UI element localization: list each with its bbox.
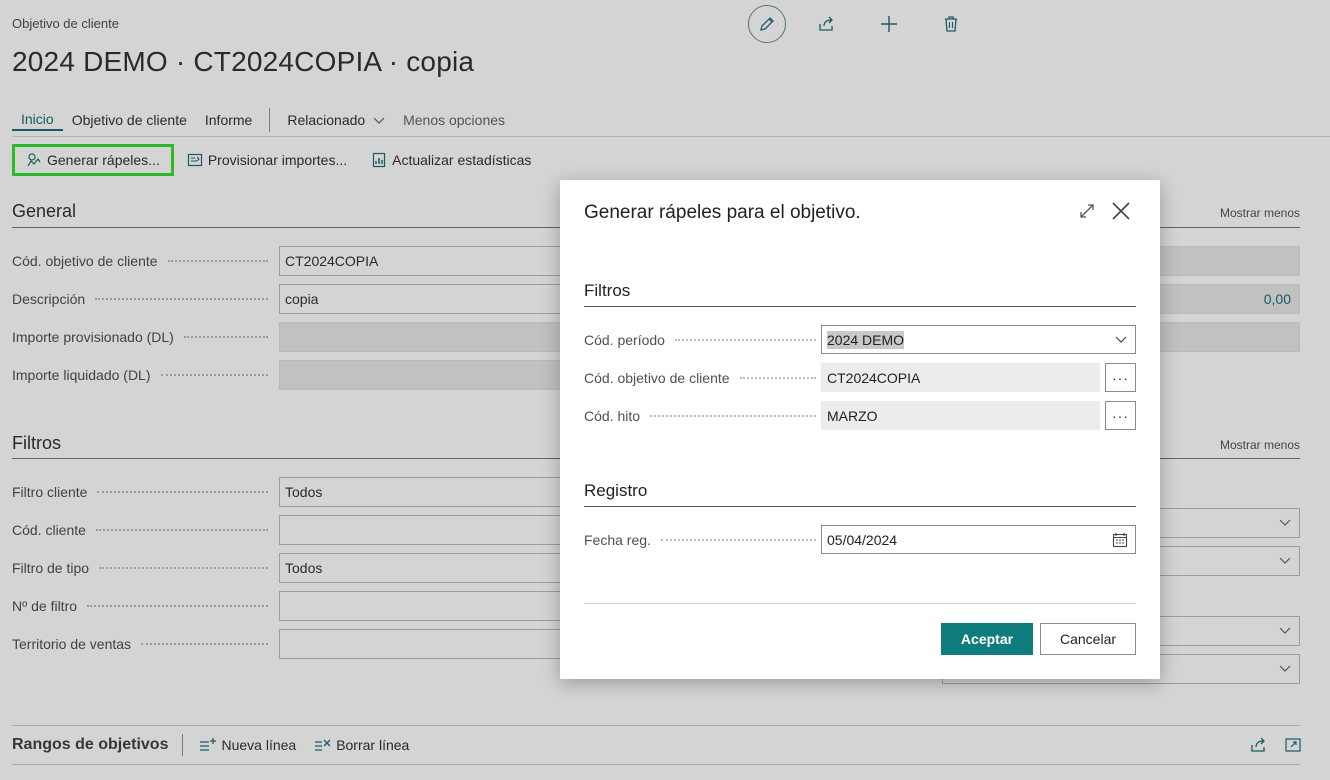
dialog-filters-title: Filtros xyxy=(584,281,631,300)
target-code-field[interactable]: CT2024COPIA xyxy=(821,363,1100,392)
calendar-icon[interactable] xyxy=(1112,532,1128,548)
dialog-registry-title: Registro xyxy=(584,481,648,500)
posting-date-label: Fecha reg. xyxy=(584,532,816,548)
label-dots xyxy=(660,539,816,541)
label-dots xyxy=(739,377,816,379)
cancel-button[interactable]: Cancelar xyxy=(1040,623,1136,655)
milestone-lookup-button[interactable]: ··· xyxy=(1105,401,1136,430)
posting-date-input[interactable]: 05/04/2024 xyxy=(821,525,1136,554)
target-code-lookup-button[interactable]: ··· xyxy=(1105,363,1136,392)
accept-button[interactable]: Aceptar xyxy=(941,623,1033,655)
chevron-down-icon xyxy=(1115,336,1127,343)
target-code-label: Cód. objetivo de cliente xyxy=(584,370,816,386)
posting-date-value: 05/04/2024 xyxy=(827,532,898,548)
period-select[interactable]: 2024 DEMO xyxy=(821,325,1136,354)
label-dots xyxy=(650,415,816,417)
period-value: 2024 DEMO xyxy=(827,331,905,349)
label-text: Cód. período xyxy=(584,332,665,348)
label-text: Fecha reg. xyxy=(584,532,651,548)
period-label: Cód. período xyxy=(584,332,816,348)
milestone-label: Cód. hito xyxy=(584,408,816,424)
dialog-title: Generar rápeles para el objetivo. xyxy=(584,202,861,223)
label-dots xyxy=(674,339,816,341)
milestone-field[interactable]: MARZO xyxy=(821,401,1100,430)
label-text: Cód. hito xyxy=(584,408,641,424)
dialog-filters-line xyxy=(584,306,1136,307)
dialog-registry-line xyxy=(584,506,1136,507)
dialog-footer-line xyxy=(584,603,1136,604)
expand-icon[interactable] xyxy=(1078,202,1098,222)
label-text: Cód. objetivo de cliente xyxy=(584,370,730,386)
close-icon[interactable] xyxy=(1110,200,1132,222)
generate-rebates-dialog: Generar rápeles para el objetivo. Filtro… xyxy=(560,180,1160,679)
